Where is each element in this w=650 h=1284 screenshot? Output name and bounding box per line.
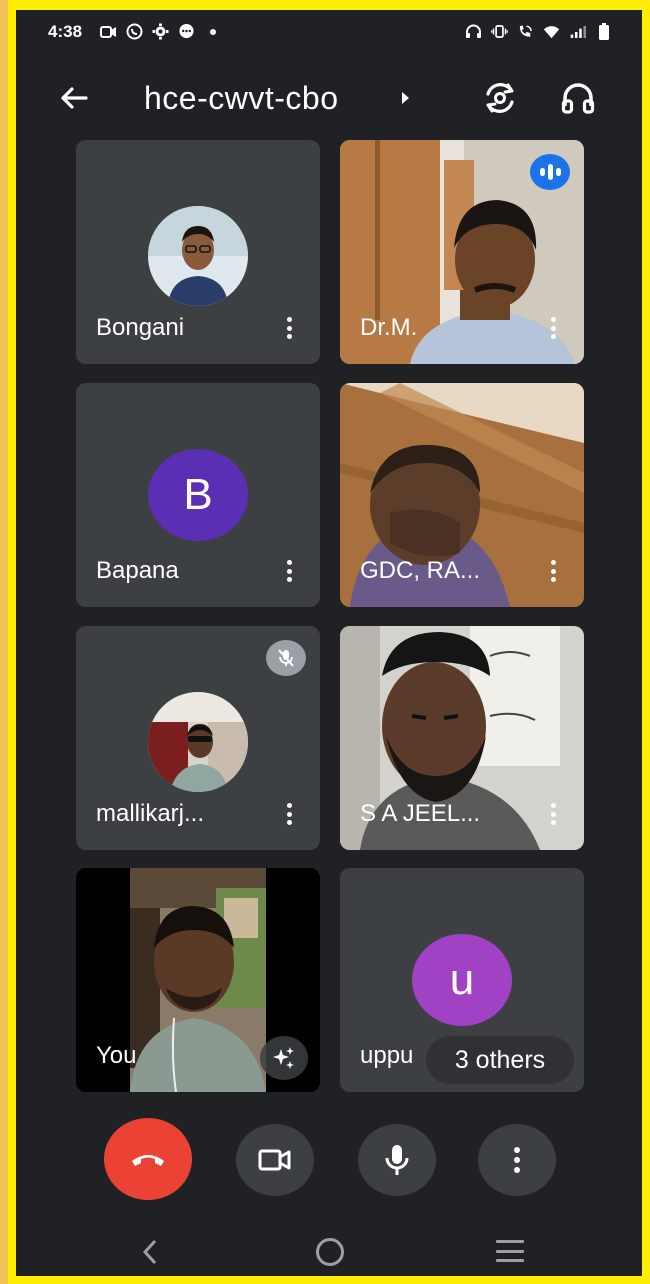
video-call-icon	[100, 23, 117, 40]
headset-icon	[465, 23, 482, 40]
nav-home-icon[interactable]	[316, 1238, 344, 1266]
participant-tile[interactable]: GDC, RA...	[340, 383, 584, 607]
whatsapp-icon	[126, 23, 143, 40]
more-vert-icon	[514, 1147, 520, 1173]
participant-tile[interactable]: S A JEEL...	[340, 626, 584, 850]
participant-more-button[interactable]	[546, 314, 560, 342]
participant-tile[interactable]: mallikarj...	[76, 626, 320, 850]
participant-more-button[interactable]	[282, 800, 296, 828]
participant-more-button[interactable]	[546, 557, 560, 585]
messages-icon	[178, 23, 195, 40]
system-nav-bar	[16, 1230, 642, 1276]
participant-tile[interactable]: B Bapana	[76, 383, 320, 607]
vibrate-icon	[491, 23, 508, 40]
phone-screen: 4:38 hce-cwvt-cbo Bongani Dr.M. B Bapana…	[16, 10, 642, 1276]
wifi-icon	[543, 23, 560, 40]
participant-name: S A JEEL...	[360, 800, 481, 827]
participant-avatar	[148, 692, 248, 792]
participant-name: mallikarj...	[96, 800, 205, 827]
participant-avatar	[148, 206, 248, 306]
effects-button[interactable]	[260, 1036, 308, 1080]
nav-recents-icon[interactable]	[496, 1240, 524, 1262]
mic-toggle-button[interactable]	[358, 1124, 436, 1196]
sparkle-effects-icon	[273, 1047, 294, 1069]
camera-toggle-button[interactable]	[236, 1124, 314, 1196]
self-view-tile[interactable]: You	[76, 868, 320, 1092]
headphones-icon	[561, 83, 595, 114]
switch-camera-button[interactable]	[480, 78, 520, 118]
speaking-indicator-icon	[530, 154, 570, 190]
participant-tile[interactable]: Dr.M.	[340, 140, 584, 364]
others-count-pill[interactable]: 3 others	[426, 1036, 574, 1084]
meeting-top-bar: hce-cwvt-cbo	[16, 70, 642, 126]
audio-output-button[interactable]	[558, 78, 598, 118]
participant-more-button[interactable]	[282, 314, 296, 342]
phone-hangup-icon	[132, 1155, 164, 1166]
end-call-button[interactable]	[104, 1118, 192, 1200]
nav-back-icon[interactable]	[140, 1238, 160, 1266]
screenshot-frame: 4:38 hce-cwvt-cbo Bongani Dr.M. B Bapana…	[0, 0, 650, 1284]
participant-name: Bongani	[96, 314, 185, 341]
participant-tile[interactable]: Bongani	[76, 140, 320, 364]
switch-camera-icon	[486, 83, 514, 113]
participant-name: GDC, RA...	[360, 557, 481, 584]
status-bar: 4:38	[16, 10, 642, 54]
participant-name: You	[96, 1042, 137, 1069]
participant-letter-avatar: B	[148, 449, 248, 541]
back-button[interactable]	[56, 80, 92, 116]
meeting-code-title[interactable]: hce-cwvt-cbo	[144, 80, 339, 117]
caret-right-icon[interactable]	[398, 88, 412, 108]
wifi-calling-icon	[517, 23, 534, 40]
participant-more-button[interactable]	[546, 800, 560, 828]
mic-off-icon	[266, 640, 306, 676]
dot-icon	[204, 23, 221, 40]
signal-icon	[569, 23, 586, 40]
participant-name: uppu	[360, 1042, 414, 1069]
participant-name: Dr.M.	[360, 314, 418, 341]
participant-letter-avatar: u	[412, 934, 512, 1026]
status-time: 4:38	[48, 22, 83, 41]
arrow-back-icon	[61, 87, 88, 109]
settings-icon	[152, 23, 169, 40]
videocam-icon	[258, 1149, 291, 1171]
more-options-button[interactable]	[478, 1124, 556, 1196]
participant-more-button[interactable]	[282, 557, 296, 585]
battery-icon	[595, 22, 612, 40]
mic-icon	[385, 1145, 409, 1175]
participant-name: Bapana	[96, 557, 179, 584]
